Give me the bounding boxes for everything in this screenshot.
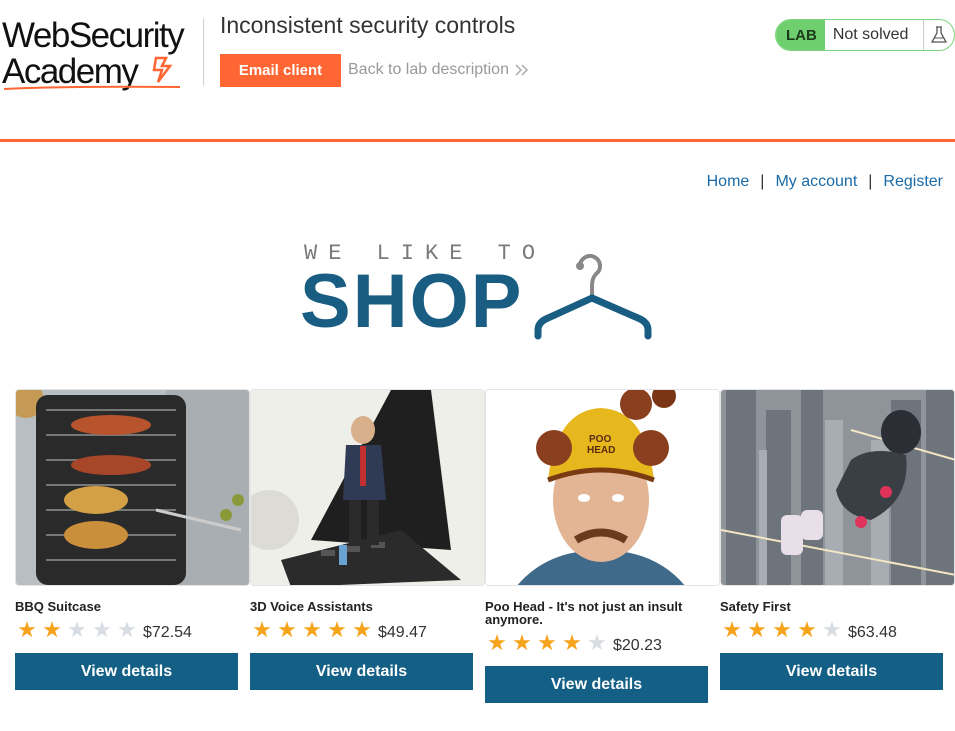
product-name: BBQ Suitcase bbox=[15, 599, 101, 614]
star-rating: ★ ★ ★ ★ ★ bbox=[250, 619, 374, 641]
email-client-button[interactable]: Email client bbox=[220, 54, 341, 87]
logo-text-line1: WebSecurity bbox=[2, 16, 185, 55]
star-icon: ★ bbox=[722, 617, 742, 642]
star-icon: ★ bbox=[67, 617, 87, 642]
svg-text:POO: POO bbox=[589, 434, 611, 445]
star-icon: ★ bbox=[17, 617, 37, 642]
lab-status-text: Not solved bbox=[832, 26, 909, 43]
star-icon: ★ bbox=[562, 630, 582, 655]
star-icon: ★ bbox=[252, 617, 272, 642]
header-orange-rule bbox=[0, 139, 955, 142]
lab-header: WebSecurity Academy Inconsistent securit… bbox=[0, 0, 955, 140]
product-image-poo-head[interactable]: POO HEAD bbox=[485, 389, 720, 586]
product-price: $20.23 bbox=[613, 637, 662, 654]
logo-underline-icon bbox=[3, 85, 181, 90]
star-icon: ★ bbox=[327, 617, 347, 642]
product-grid: BBQ Suitcase ★ ★ ★ ★ ★ $72.54 View details bbox=[15, 389, 955, 719]
product-rating-row: ★ ★ ★ ★ ★ $72.54 bbox=[15, 619, 243, 642]
product-price: $49.47 bbox=[378, 624, 427, 641]
star-icon: ★ bbox=[92, 617, 112, 642]
star-rating: ★ ★ ★ ★ ★ bbox=[15, 619, 139, 641]
banner-shop-word: SHOP bbox=[300, 259, 524, 344]
star-rating: ★ ★ ★ ★ ★ bbox=[720, 619, 844, 641]
product-image-bbq-suitcase[interactable] bbox=[15, 389, 250, 586]
star-icon: ★ bbox=[42, 617, 62, 642]
lab-status-widget: LAB Not solved bbox=[775, 19, 955, 51]
star-icon: ★ bbox=[302, 617, 322, 642]
nav-my-account-link[interactable]: My account bbox=[775, 173, 857, 190]
star-icon: ★ bbox=[117, 617, 137, 642]
nav-separator: | bbox=[868, 173, 873, 190]
product-card: 3D Voice Assistants ★ ★ ★ ★ ★ $49.47 View de… bbox=[250, 389, 485, 690]
nav-separator: | bbox=[760, 173, 765, 190]
view-details-button[interactable]: View details bbox=[485, 666, 708, 703]
header-divider bbox=[203, 18, 204, 86]
product-card: BBQ Suitcase ★ ★ ★ ★ ★ $72.54 View details bbox=[15, 389, 250, 690]
top-navigation: Home | My account | Register bbox=[707, 173, 943, 191]
flask-icon bbox=[923, 20, 954, 50]
back-link-label: Back to lab description bbox=[348, 61, 509, 78]
star-icon: ★ bbox=[487, 630, 507, 655]
star-icon: ★ bbox=[587, 630, 607, 655]
star-icon: ★ bbox=[772, 617, 792, 642]
product-name: 3D Voice Assistants bbox=[250, 599, 373, 614]
view-details-button[interactable]: View details bbox=[720, 653, 943, 690]
double-chevron-right-icon bbox=[515, 64, 529, 76]
product-name: Poo Head - It's not just an insult anymo… bbox=[485, 599, 683, 627]
product-price: $72.54 bbox=[143, 624, 192, 641]
nav-register-link[interactable]: Register bbox=[883, 173, 943, 190]
lightning-bolt-icon bbox=[152, 56, 173, 83]
lab-badge: LAB bbox=[776, 20, 825, 50]
clothes-hanger-icon bbox=[534, 254, 652, 340]
star-icon: ★ bbox=[797, 617, 817, 642]
back-to-lab-description-link[interactable]: Back to lab description bbox=[348, 61, 529, 79]
product-card: Safety First ★ ★ ★ ★ ★ $63.48 View details bbox=[720, 389, 955, 690]
star-icon: ★ bbox=[512, 630, 532, 655]
nav-home-link[interactable]: Home bbox=[707, 173, 750, 190]
star-rating: ★ ★ ★ ★ ★ bbox=[485, 632, 609, 654]
product-rating-row: ★ ★ ★ ★ ★ $49.47 bbox=[250, 619, 478, 642]
view-details-button[interactable]: View details bbox=[250, 653, 473, 690]
star-icon: ★ bbox=[537, 630, 557, 655]
product-rating-row: ★ ★ ★ ★ ★ $63.48 bbox=[720, 619, 948, 642]
svg-text:HEAD: HEAD bbox=[587, 445, 615, 456]
lab-title: Inconsistent security controls bbox=[220, 12, 516, 38]
product-image-3d-voice-assistants[interactable] bbox=[250, 389, 485, 586]
star-icon: ★ bbox=[352, 617, 372, 642]
product-name: Safety First bbox=[720, 599, 791, 614]
view-details-button[interactable]: View details bbox=[15, 653, 238, 690]
star-icon: ★ bbox=[747, 617, 767, 642]
product-image-safety-first[interactable] bbox=[720, 389, 955, 586]
web-security-academy-logo[interactable]: WebSecurity Academy bbox=[2, 14, 202, 92]
star-icon: ★ bbox=[822, 617, 842, 642]
shop-banner: WE LIKE TO SHOP bbox=[300, 238, 660, 348]
product-rating-row: ★ ★ ★ ★ ★ $20.23 bbox=[485, 632, 713, 655]
product-price: $63.48 bbox=[848, 624, 897, 641]
product-card: POO HEAD Poo Head - It's not just an ins… bbox=[485, 389, 720, 703]
star-icon: ★ bbox=[277, 617, 297, 642]
